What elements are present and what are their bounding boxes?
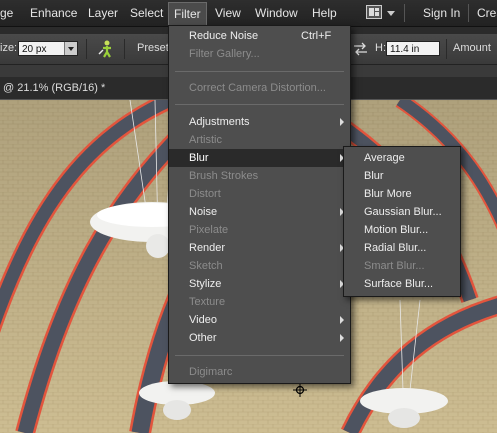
menu-select[interactable]: Select bbox=[130, 0, 163, 26]
menu-view[interactable]: View bbox=[215, 0, 241, 26]
menu-item-noise[interactable]: Noise bbox=[169, 203, 350, 221]
menu-item-label: Smart Blur... bbox=[364, 260, 425, 272]
menu-item-sketch[interactable]: Sketch bbox=[169, 257, 350, 275]
submenu-item-average[interactable]: Average bbox=[344, 149, 460, 167]
menu-item-label: Reduce Noise bbox=[189, 30, 259, 42]
menu-item-label: Noise bbox=[189, 206, 218, 218]
menu-item-label: Render bbox=[189, 242, 226, 254]
menu-enhance[interactable]: Enhance bbox=[30, 0, 77, 26]
submenu-arrow-icon bbox=[340, 334, 344, 342]
menu-item-adjustments[interactable]: Adjustments bbox=[169, 113, 350, 131]
menu-item-label: Artistic bbox=[189, 134, 222, 146]
menu-item-label: Blur bbox=[364, 170, 384, 182]
menu-item-label: Blur More bbox=[364, 188, 412, 200]
menu-separator bbox=[175, 104, 344, 105]
menu-item-artistic[interactable]: Artistic bbox=[169, 131, 350, 149]
submenu-arrow-icon bbox=[340, 316, 344, 324]
document-title: @ 21.1% (RGB/16) * bbox=[3, 82, 106, 94]
menu-image[interactable]: ge bbox=[0, 0, 13, 26]
menu-item-correct-camera-distortion[interactable]: Correct Camera Distortion... bbox=[169, 79, 350, 97]
submenu-item-blur-more[interactable]: Blur More bbox=[344, 185, 460, 203]
submenu-arrow-icon bbox=[340, 118, 344, 126]
submenu-item-gaussian-blur[interactable]: Gaussian Blur... bbox=[344, 203, 460, 221]
menu-item-other[interactable]: Other bbox=[169, 329, 350, 347]
create-button[interactable]: Crea bbox=[477, 0, 497, 26]
options-divider bbox=[86, 39, 87, 59]
menu-item-label: Filter Gallery... bbox=[189, 48, 260, 60]
submenu-item-surface-blur[interactable]: Surface Blur... bbox=[344, 275, 460, 293]
menu-item-label: Brush Strokes bbox=[189, 170, 259, 182]
menu-item-stylize[interactable]: Stylize bbox=[169, 275, 350, 293]
menu-item-label: Digimarc bbox=[189, 366, 233, 378]
menu-separator bbox=[175, 71, 344, 72]
submenu-item-blur[interactable]: Blur bbox=[344, 167, 460, 185]
chevron-down-icon[interactable] bbox=[387, 11, 395, 16]
preset-label: Preset: bbox=[137, 42, 172, 54]
crosshair-cursor-icon bbox=[293, 383, 307, 397]
size-field[interactable]: 20 px bbox=[18, 41, 78, 56]
submenu-item-motion-blur[interactable]: Motion Blur... bbox=[344, 221, 460, 239]
menu-item-label: Motion Blur... bbox=[364, 224, 429, 236]
menu-item-texture[interactable]: Texture bbox=[169, 293, 350, 311]
size-label: ize: bbox=[0, 42, 18, 54]
menu-item-label: Blur bbox=[189, 152, 209, 164]
menu-item-digimarc[interactable]: Digimarc bbox=[169, 363, 350, 381]
menu-item-label: Texture bbox=[189, 296, 226, 308]
menu-item-label: Gaussian Blur... bbox=[364, 206, 442, 218]
chevron-down-icon[interactable] bbox=[64, 42, 77, 55]
menu-item-label: Stylize bbox=[189, 278, 222, 290]
amount-label: Amount bbox=[453, 42, 491, 54]
submenu-item-smart-blur[interactable]: Smart Blur... bbox=[344, 257, 460, 275]
menu-item-label: Pixelate bbox=[189, 224, 229, 236]
menu-bar: ge Enhance Layer Select Filter View Wind… bbox=[0, 0, 497, 27]
menu-item-brush-strokes[interactable]: Brush Strokes bbox=[169, 167, 350, 185]
blur-submenu: Average Blur Blur More Gaussian Blur... … bbox=[343, 146, 461, 297]
height-label: H: bbox=[375, 42, 386, 54]
submenu-item-radial-blur[interactable]: Radial Blur... bbox=[344, 239, 460, 257]
menu-item-label: Distort bbox=[189, 188, 221, 200]
menu-item-distort[interactable]: Distort bbox=[169, 185, 350, 203]
menu-window[interactable]: Window bbox=[255, 0, 298, 26]
menu-item-render[interactable]: Render bbox=[169, 239, 350, 257]
size-value: 20 px bbox=[22, 44, 47, 55]
menu-filter[interactable]: Filter bbox=[168, 2, 207, 26]
sign-in-link[interactable]: Sign In bbox=[423, 0, 460, 26]
menu-item-label: Other bbox=[189, 332, 217, 344]
menu-item-shortcut: Ctrl+F bbox=[301, 30, 332, 42]
menu-help[interactable]: Help bbox=[312, 0, 337, 26]
menu-item-filter-gallery[interactable]: Filter Gallery... bbox=[169, 45, 350, 63]
menu-item-pixelate[interactable]: Pixelate bbox=[169, 221, 350, 239]
menu-item-label: Surface Blur... bbox=[364, 278, 434, 290]
height-field[interactable]: 11.4 in bbox=[386, 41, 440, 56]
menu-item-label: Adjustments bbox=[189, 116, 250, 128]
menu-item-label: Video bbox=[189, 314, 217, 326]
menu-item-label: Correct Camera Distortion... bbox=[189, 82, 326, 94]
options-divider bbox=[124, 39, 125, 59]
menu-item-blur[interactable]: Blur bbox=[169, 149, 350, 167]
menu-item-video[interactable]: Video bbox=[169, 311, 350, 329]
menu-item-label: Radial Blur... bbox=[364, 242, 427, 254]
menu-layer[interactable]: Layer bbox=[88, 0, 118, 26]
menubar-divider bbox=[404, 4, 405, 22]
menu-item-label: Sketch bbox=[189, 260, 223, 272]
menubar-divider bbox=[468, 4, 469, 22]
workspace-layout-icon[interactable] bbox=[366, 5, 382, 19]
filter-menu: Reduce Noise Ctrl+F Filter Gallery... Co… bbox=[168, 25, 351, 384]
brush-figure-icon[interactable] bbox=[97, 40, 115, 58]
menu-item-label: Average bbox=[364, 152, 405, 164]
swap-arrows-icon[interactable] bbox=[353, 42, 368, 56]
menu-item-reduce-noise[interactable]: Reduce Noise Ctrl+F bbox=[169, 27, 350, 45]
options-divider bbox=[446, 39, 447, 59]
menu-separator bbox=[175, 355, 344, 356]
